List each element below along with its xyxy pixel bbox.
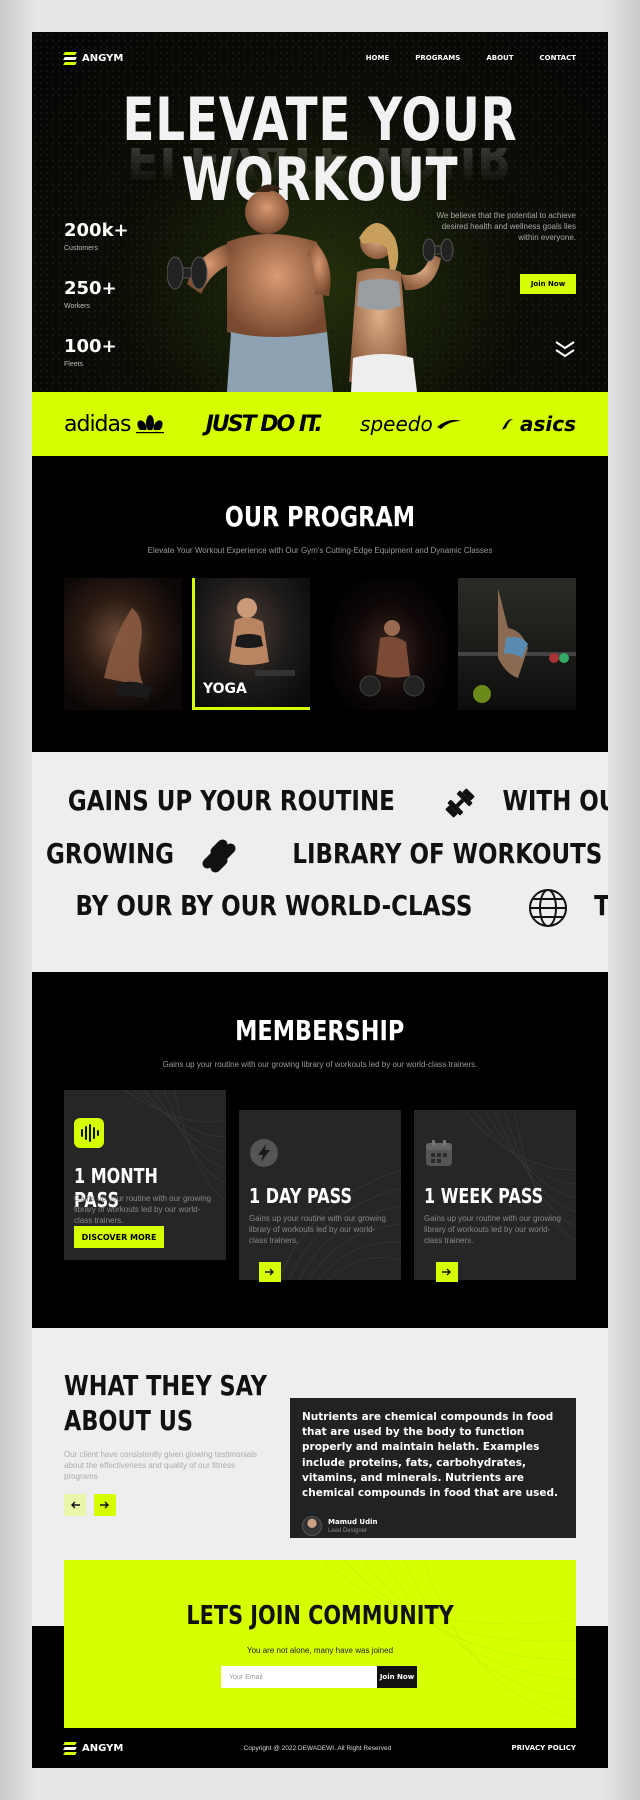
arrow-right-icon (100, 1501, 109, 1509)
hero-title-reflection: ELEVATE YOUR WORKOUT (127, 148, 513, 186)
avatar (302, 1516, 322, 1536)
logo-icon (63, 52, 77, 65)
discover-more-button[interactable]: DISCOVER MORE (74, 1226, 164, 1248)
card-title: 1 WEEK PASS (424, 1184, 544, 1208)
chain-link-icon (202, 839, 236, 873)
copyright-text: Copyright @ 2022 DEWADEWI. All Right Res… (243, 1744, 392, 1752)
membership-card-day[interactable]: 1 DAY PASS Gains up your routine with ou… (239, 1110, 401, 1280)
community-subtitle: You are not alone, many have was joined (246, 1646, 394, 1655)
testimonial-prev-button[interactable] (64, 1494, 86, 1516)
hero-description: We believe that the potential to achieve… (436, 211, 577, 243)
testimonial-author: Mamud Udin Lead Designer (302, 1516, 378, 1536)
card-description: Gains up your routine with our growing l… (249, 1214, 386, 1245)
week-pass-arrow-button[interactable] (436, 1262, 458, 1282)
card-description: Gains up your routine with our growing l… (424, 1214, 561, 1245)
brand-strip: adidas JUST DO IT. speedo asics (32, 392, 608, 456)
testimonial-section: WHAT THEY SAY ABOUT US Our client have c… (32, 1328, 608, 1550)
nav-about[interactable]: ABOUT (486, 54, 513, 62)
stat-workers: 250+ Workers (64, 278, 117, 310)
globe-icon (528, 889, 567, 927)
arrow-left-icon (71, 1501, 80, 1509)
card-description: Gains up your routine with our growing l… (74, 1194, 211, 1225)
stat-value: 250+ (64, 278, 117, 299)
footer-logo[interactable]: ANGYM (63, 1742, 124, 1755)
program-tile-label: YOGA (203, 681, 247, 697)
program-tile-yoga[interactable]: YOGA (192, 578, 310, 710)
stat-label: Workers (64, 303, 90, 310)
day-pass-arrow-button[interactable] (259, 1262, 281, 1282)
top-nav: ANGYM HOME PROGRAMS ABOUT CONTACT (63, 46, 576, 70)
program-tile-weights[interactable] (330, 578, 448, 710)
kettlebell-photo (458, 588, 576, 703)
brand-nike: JUST DO IT. (205, 411, 323, 437)
logo[interactable]: ANGYM (63, 52, 124, 65)
landing-page: ANGYM HOME PROGRAMS ABOUT CONTACT ELEVAT… (32, 32, 608, 1768)
logo-icon (63, 1742, 77, 1755)
asics-stripe-icon (501, 419, 514, 430)
membership-title: MEMBERSHIP (235, 1014, 405, 1047)
author-name: Mamud Udin (328, 1518, 378, 1526)
stat-label: Customers (64, 245, 98, 252)
community-section: LETS JOIN COMMUNITY You are not alone, m… (64, 1560, 576, 1728)
community-pattern (323, 1560, 576, 1721)
email-form: Join Now (221, 1666, 417, 1688)
lightning-icon (250, 1139, 278, 1167)
stat-fleets: 100+ Fleets (64, 336, 117, 368)
mission-statement-section: GAINS UP YOUR ROUTINE WITH OUR GROWING (32, 752, 608, 972)
weights-photo (359, 620, 425, 697)
adidas-trefoil-icon (136, 415, 165, 434)
nav-menu: HOME PROGRAMS ABOUT CONTACT (366, 54, 576, 62)
testimonial-quote: Nutrients are chemical compounds in food… (302, 1411, 558, 1500)
brand-asics: asics (500, 412, 576, 436)
nav-programs[interactable]: PROGRAMS (415, 54, 460, 62)
testimonial-next-button[interactable] (94, 1494, 116, 1516)
stat-value: 100+ (64, 336, 117, 357)
membership-subtitle: Gains up your routine with our growing l… (162, 1060, 478, 1069)
mission-line-1: GAINS UP YOUR ROUTINE WITH OUR (32, 784, 608, 820)
membership-card-week[interactable]: 1 WEEK PASS Gains up your routine with o… (414, 1110, 576, 1280)
arrow-right-icon (265, 1268, 274, 1276)
program-subtitle: Elevate Your Workout Experience with Our… (147, 546, 493, 555)
scroll-down-chevrons-icon[interactable] (554, 338, 576, 360)
program-tile-kettlebell[interactable] (458, 578, 576, 710)
author-role: Lead Designer (328, 1528, 368, 1534)
brand-speedo: speedo (360, 412, 461, 436)
testimonial-title: WHAT THEY SAY ABOUT US (64, 1369, 268, 1437)
email-input[interactable] (221, 1666, 377, 1688)
stat-customers: 200k+ Customers (64, 220, 129, 252)
brand-adidas: adidas (64, 412, 166, 437)
community-title: LETS JOIN COMMUNITY (186, 1601, 454, 1631)
card-title: 1 DAY PASS (249, 1184, 352, 1208)
dumbbell-icon (445, 788, 474, 818)
arrow-right-icon (442, 1268, 451, 1276)
mission-line-3: BY OUR BY OUR WORLD-CLASS TRAINERS (32, 888, 608, 928)
community-join-button[interactable]: Join Now (377, 1666, 417, 1688)
join-now-button[interactable]: Join Now (520, 274, 576, 294)
testimonial-card: Nutrients are chemical compounds in food… (290, 1398, 576, 1550)
logo-text: ANGYM (82, 1742, 124, 1754)
mission-line-2: GROWING LIBRARY OF WORKOUTS LED (32, 836, 608, 876)
speedo-boomerang-icon (436, 419, 461, 429)
program-tile-stretching[interactable] (64, 578, 182, 710)
program-section: OUR PROGRAM Elevate Your Workout Experie… (32, 456, 608, 752)
stat-label: Fleets (64, 361, 84, 368)
hero-section: ANGYM HOME PROGRAMS ABOUT CONTACT ELEVAT… (32, 32, 608, 392)
calendar-icon (426, 1140, 452, 1166)
logo-text: ANGYM (82, 52, 124, 64)
membership-section: MEMBERSHIP Gains up your routine with ou… (32, 972, 608, 1328)
stretching-photo (104, 608, 152, 700)
stat-value: 200k+ (64, 220, 129, 241)
program-title: OUR PROGRAM (224, 500, 416, 533)
testimonial-subtitle: Our client have consistently given glowi… (64, 1450, 257, 1481)
nav-contact[interactable]: CONTACT (539, 54, 576, 62)
waveform-icon (74, 1118, 104, 1148)
privacy-policy-link[interactable]: PRIVACY POLICY (512, 1744, 576, 1752)
nav-home[interactable]: HOME (366, 54, 390, 62)
footer: ANGYM Copyright @ 2022 DEWADEWI. All Rig… (63, 1740, 576, 1756)
